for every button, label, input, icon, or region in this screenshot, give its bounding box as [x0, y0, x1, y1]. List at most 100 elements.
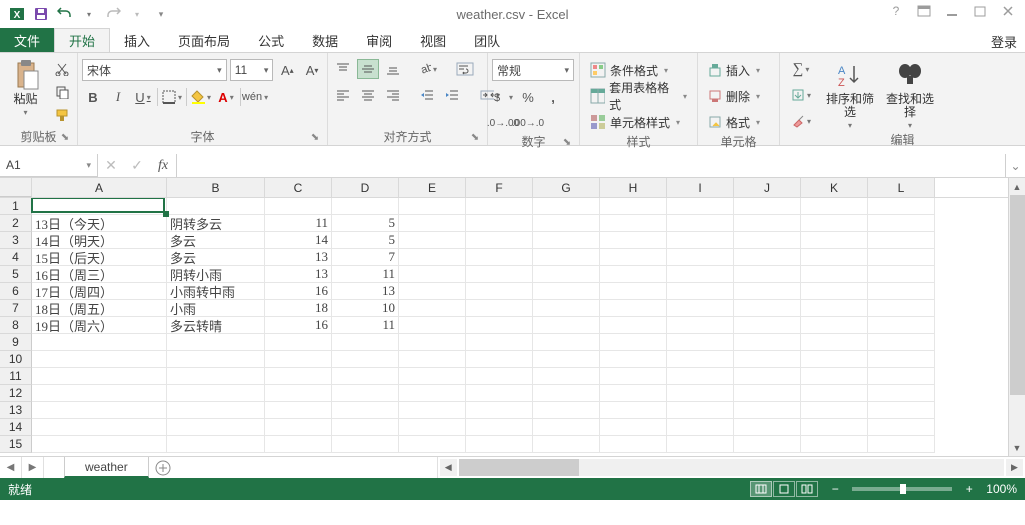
cell[interactable] [600, 368, 667, 385]
cell[interactable] [167, 351, 265, 368]
cell[interactable] [667, 385, 734, 402]
cell[interactable] [399, 385, 466, 402]
tab-data[interactable]: 数据 [298, 28, 352, 52]
decrease-decimal-icon[interactable]: .00→.0 [517, 113, 539, 133]
cell[interactable] [667, 402, 734, 419]
cell[interactable] [399, 419, 466, 436]
cell[interactable] [399, 368, 466, 385]
zoom-slider[interactable] [852, 487, 952, 491]
row-header[interactable]: 11 [0, 368, 32, 385]
cell[interactable]: 14日（明天） [32, 232, 167, 249]
cell[interactable] [265, 402, 332, 419]
cell[interactable] [533, 368, 600, 385]
fx-icon[interactable]: fx [150, 158, 176, 174]
phonetic-icon[interactable]: wén [244, 87, 266, 107]
cell[interactable]: 13 [332, 283, 399, 300]
horizontal-scroll-thumb[interactable] [459, 459, 579, 476]
cell[interactable]: 19日（周六） [32, 317, 167, 334]
cell[interactable] [600, 249, 667, 266]
shrink-font-icon[interactable]: A▾ [301, 60, 323, 80]
cell[interactable] [332, 436, 399, 453]
column-header[interactable]: B [167, 178, 265, 197]
cell[interactable]: 18日（周五） [32, 300, 167, 317]
accounting-format-icon[interactable]: $ [492, 87, 514, 107]
scroll-down-icon[interactable]: ▼ [1009, 439, 1025, 456]
cell[interactable] [399, 351, 466, 368]
conditional-format-button[interactable]: 条件格式 [584, 59, 693, 81]
cell[interactable] [332, 419, 399, 436]
cell[interactable] [801, 385, 868, 402]
cell[interactable] [533, 283, 600, 300]
cell[interactable] [167, 385, 265, 402]
cell[interactable] [600, 266, 667, 283]
cell[interactable] [533, 215, 600, 232]
row-header[interactable]: 6 [0, 283, 32, 300]
cell[interactable] [533, 419, 600, 436]
cell[interactable] [734, 419, 801, 436]
cell[interactable] [801, 317, 868, 334]
cell[interactable] [466, 215, 533, 232]
cell[interactable] [734, 402, 801, 419]
cell[interactable] [399, 402, 466, 419]
cell[interactable] [167, 334, 265, 351]
align-bottom-icon[interactable] [382, 59, 404, 79]
login-link[interactable]: 登录 [991, 32, 1017, 51]
border-icon[interactable] [161, 87, 183, 107]
cell[interactable]: 多云 [167, 232, 265, 249]
cell[interactable] [868, 232, 935, 249]
zoom-slider-thumb[interactable] [900, 484, 906, 494]
font-dialog-launcher-icon[interactable]: ⬊ [309, 132, 321, 144]
minimize-icon[interactable] [939, 0, 965, 22]
redo-icon[interactable] [102, 3, 124, 25]
cell[interactable] [167, 198, 265, 215]
cell[interactable] [734, 317, 801, 334]
cell[interactable]: 小雨 [167, 300, 265, 317]
tab-team[interactable]: 团队 [460, 28, 514, 52]
column-header[interactable]: H [600, 178, 667, 197]
row-header[interactable]: 8 [0, 317, 32, 334]
cell[interactable] [265, 351, 332, 368]
scroll-right-icon[interactable]: ▶ [1006, 459, 1023, 476]
cell[interactable]: 11 [332, 266, 399, 283]
cell[interactable] [734, 249, 801, 266]
cell[interactable] [868, 215, 935, 232]
cell[interactable] [667, 249, 734, 266]
cell[interactable] [734, 283, 801, 300]
cell[interactable] [533, 198, 600, 215]
cell[interactable] [167, 368, 265, 385]
cell[interactable]: 阴转小雨 [167, 266, 265, 283]
column-header[interactable]: G [533, 178, 600, 197]
cell[interactable]: 多云转晴 [167, 317, 265, 334]
cell[interactable] [868, 300, 935, 317]
cell[interactable] [600, 317, 667, 334]
cell[interactable] [466, 351, 533, 368]
name-box[interactable]: A1▾ [0, 154, 98, 177]
autosum-icon[interactable]: ∑ [784, 59, 818, 79]
cell[interactable] [734, 385, 801, 402]
row-header[interactable]: 13 [0, 402, 32, 419]
cell[interactable] [868, 419, 935, 436]
cell[interactable]: 17日（周四） [32, 283, 167, 300]
page-break-view-icon[interactable] [796, 481, 818, 497]
number-format-combo[interactable]: 常规▾ [492, 59, 574, 81]
cell[interactable] [600, 283, 667, 300]
cell[interactable] [466, 266, 533, 283]
save-icon[interactable] [30, 3, 52, 25]
italic-button[interactable]: I [107, 87, 129, 107]
zoom-out-icon[interactable]: − [828, 482, 842, 496]
fill-icon[interactable] [784, 85, 818, 105]
cell[interactable]: 5 [332, 215, 399, 232]
cell[interactable] [734, 232, 801, 249]
tab-insert[interactable]: 插入 [110, 28, 164, 52]
cell[interactable]: 5 [332, 232, 399, 249]
cell[interactable] [734, 368, 801, 385]
cell[interactable] [801, 419, 868, 436]
add-sheet-icon[interactable] [149, 457, 177, 478]
percent-format-icon[interactable]: % [517, 87, 539, 107]
cell[interactable]: 7 [332, 249, 399, 266]
cell[interactable] [734, 266, 801, 283]
cell[interactable] [868, 385, 935, 402]
comma-format-icon[interactable]: , [542, 87, 564, 107]
cell[interactable] [868, 436, 935, 453]
cell[interactable]: 多云 [167, 249, 265, 266]
